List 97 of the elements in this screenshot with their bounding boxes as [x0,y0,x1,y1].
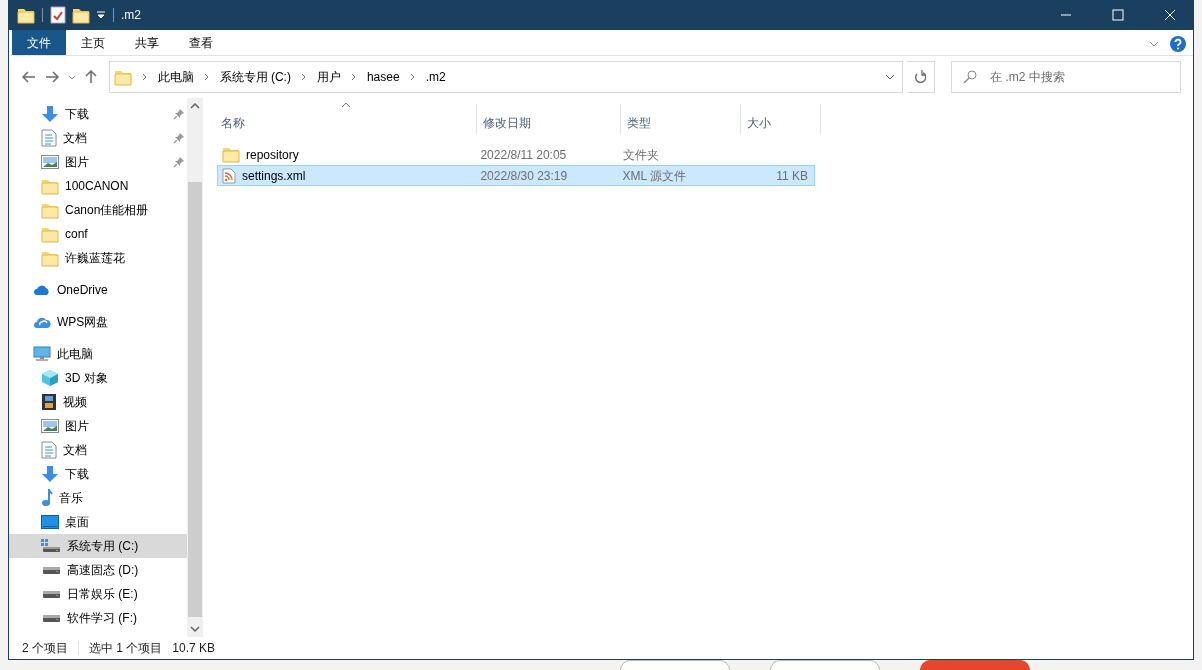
file-name: repository [246,146,299,164]
sidebar-item[interactable]: 音乐 [9,486,187,510]
document-icon [41,129,57,147]
ribbon-tab[interactable]: 主页 [66,30,120,55]
separator-icon [41,7,44,23]
item-count: 2 个项目 [22,640,68,657]
file-row[interactable]: repository 2022/8/11 20:05 文件夹 [217,144,815,165]
sidebar-item[interactable]: 下载 [9,462,187,486]
cloud-icon [33,315,51,329]
up-arrow-icon [84,70,97,84]
sidebar-item[interactable]: 下载 [9,102,187,126]
sidebar-item[interactable]: 桌面 [9,510,187,534]
picture-icon [41,419,59,433]
sidebar-item[interactable]: 此电脑 [9,342,187,366]
maximize-icon [1112,9,1124,21]
forward-arrow-icon [45,71,60,83]
sidebar-item[interactable]: conf [9,222,187,246]
window-title: .m2 [121,7,141,24]
chevron-icon [203,73,210,81]
file-size: 11 KB [775,167,809,185]
download-arrow-icon [41,465,59,483]
chevron-icon [350,73,357,81]
column-header[interactable]: 大小 [741,104,821,134]
sidebar-item[interactable]: 高速固态 (D:) [9,558,187,582]
search-icon [962,70,977,84]
sidebar-item[interactable]: 许巍蓝莲花 [9,246,187,270]
column-header[interactable]: 类型 [621,104,741,134]
folder-icon [41,177,59,195]
sidebar-item[interactable]: 文档 [9,126,187,150]
back-arrow-icon [21,71,36,83]
drive-icon [41,589,61,599]
folder-icon [41,201,59,219]
folder-icon [41,225,59,243]
chevron-icon [409,73,416,81]
sidebar-item[interactable]: 3D 对象 [9,366,187,390]
folder-icon [72,6,90,24]
rss-file-icon [222,167,236,184]
cloud-icon [33,284,51,296]
properties-icon [50,6,66,24]
sidebar-item[interactable]: 文档 [9,438,187,462]
sidebar-item[interactable]: 日常娱乐 (E:) [9,582,187,606]
film-icon [41,393,57,411]
separator-icon [112,7,115,23]
desktop-icon [41,515,59,529]
document-icon [41,441,57,459]
folder-icon [17,6,35,24]
help-icon [1170,36,1186,52]
cube-icon [41,369,59,387]
sidebar-item[interactable]: 图片 [9,414,187,438]
sidebar-item[interactable]: WPS网盘 [9,310,187,334]
close-icon [1164,9,1176,21]
folder-icon [41,249,59,267]
search-field[interactable]: 在 .m2 中搜索 [950,61,1181,93]
chevron-icon [141,73,148,81]
dropdown-icon [96,10,106,20]
scrollbar-thumb[interactable] [188,182,202,617]
file-type: 文件夹 [621,146,660,164]
sidebar-item[interactable]: OneDrive [9,278,187,302]
modified-date: 2022/8/11 20:05 [479,146,568,164]
file-row[interactable]: settings.xml 2022/8/30 23:19 XML 源文件 11 KB [217,165,815,186]
refresh-button[interactable] [906,61,935,93]
sidebar-item[interactable]: 100CANON [9,174,187,198]
selection-count: 选中 1 个项目 [89,640,163,657]
chevron-icon [300,73,307,81]
sidebar-item[interactable]: 软件学习 (F:) [9,606,187,630]
breadcrumb-item[interactable]: hasee [362,68,404,86]
ribbon-tab[interactable]: 共享 [120,30,174,55]
chevron-icon [1149,41,1159,47]
picture-icon [41,155,59,169]
folder-icon [222,146,240,163]
drive-icon [41,613,61,623]
address-field[interactable]: 此电脑 系统专用 (C:) 用户 hasee .m2 [108,61,903,93]
download-arrow-icon [41,105,59,123]
modified-date: 2022/8/30 23:19 [479,167,569,185]
breadcrumb-item[interactable]: 用户 [312,68,345,86]
column-header[interactable]: 修改日期 [477,104,621,134]
folder-icon [113,68,132,86]
ribbon-tab[interactable]: 文件 [12,30,66,55]
refresh-icon [914,70,927,84]
ribbon-tab[interactable]: 查看 [174,30,228,55]
chevron-icon [884,74,895,80]
sidebar-item[interactable]: 系统专用 (C:) [9,534,187,558]
breadcrumb-item[interactable]: .m2 [421,68,450,86]
column-header[interactable]: 名称 [215,104,477,134]
drive-icon [41,539,61,553]
sidebar-item[interactable]: 图片 [9,150,187,174]
file-type: XML 源文件 [621,167,688,185]
drive-icon [41,565,61,575]
selection-size: 10.7 KB [172,640,216,657]
computer-icon [33,346,51,362]
chevron-icon [67,74,76,80]
music-note-icon [41,489,53,507]
sidebar-item[interactable]: Canon佳能相册 [9,198,187,222]
breadcrumb-item[interactable]: 系统专用 (C:) [215,68,295,86]
file-name: settings.xml [242,167,306,185]
sidebar-item[interactable]: 视频 [9,390,187,414]
breadcrumb-item[interactable]: 此电脑 [153,68,198,86]
